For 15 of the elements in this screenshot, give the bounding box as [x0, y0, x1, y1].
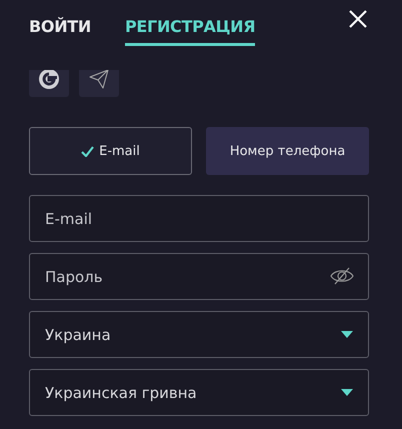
eye-slash-icon[interactable]: [330, 267, 354, 285]
close-icon[interactable]: [349, 10, 367, 28]
paper-plane-icon: [88, 70, 110, 90]
caret-icon: [341, 331, 353, 338]
password-field[interactable]: Пароль: [29, 253, 369, 300]
g-letter-icon: [38, 70, 60, 90]
check-icon: [81, 146, 94, 156]
dropdown[interactable]: Украинская гривна: [29, 369, 369, 416]
dropdown[interactable]: Украина: [29, 311, 369, 358]
caret-icon: [341, 389, 353, 396]
email-field[interactable]: E-mail: [29, 195, 369, 242]
method-tab[interactable]: Номер телефона: [206, 127, 369, 175]
tab[interactable]: РЕГИСТРАЦИЯ: [125, 10, 256, 46]
method-tab[interactable]: E-mail: [29, 127, 192, 175]
tab[interactable]: ВОЙТИ: [29, 10, 91, 46]
